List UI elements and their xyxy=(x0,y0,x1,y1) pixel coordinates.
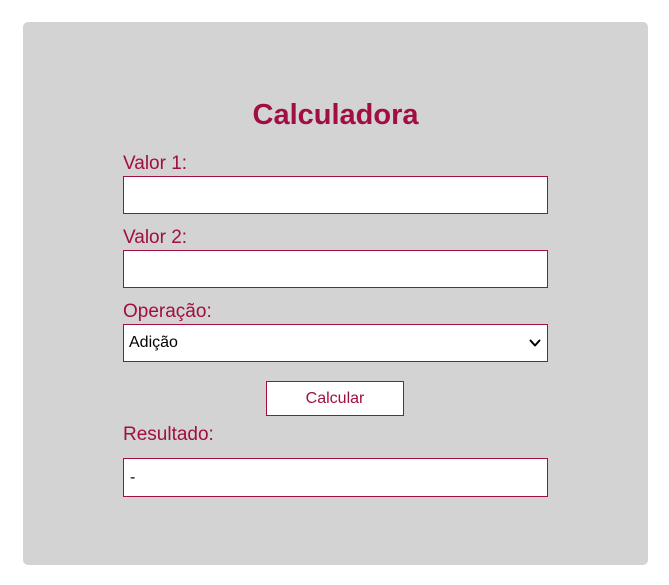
value1-input[interactable] xyxy=(123,176,548,214)
page-title: Calculadora xyxy=(252,99,419,131)
result-output: - xyxy=(123,458,548,497)
operation-selected-value: Adição xyxy=(129,334,178,351)
result-label: Resultado: xyxy=(123,424,214,445)
chevron-down-icon xyxy=(529,339,541,347)
result-value: - xyxy=(130,469,136,486)
operation-label: Operação: xyxy=(123,301,212,322)
value2-label: Valor 2: xyxy=(123,227,188,248)
value2-input[interactable] xyxy=(123,250,548,288)
value1-label: Valor 1: xyxy=(123,153,188,174)
operation-select[interactable]: Adição xyxy=(123,324,548,362)
calculate-button[interactable]: Calcular xyxy=(266,381,404,416)
calculator-card: Calculadora Valor 1: Valor 2: Operação: … xyxy=(23,22,648,565)
